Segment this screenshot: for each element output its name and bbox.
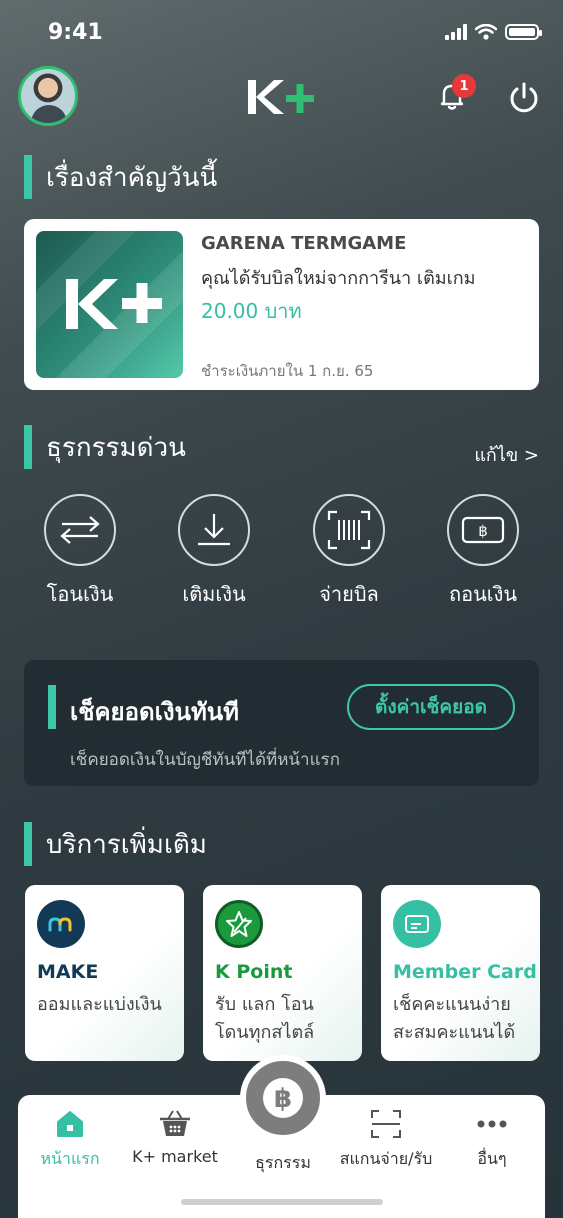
section-title: บริการเพิ่มเติม — [46, 829, 207, 860]
bottom-nav: หน้าแรก K+ market ฿ ธุรกรรม สแกนจ่าย/รับ… — [18, 1055, 545, 1218]
svg-text:฿: ฿ — [478, 522, 488, 540]
quick-actions-row: โอนเงิน เติมเงิน จ่ายบิล ฿ ถอนเงิน — [0, 494, 563, 614]
baht-icon: ฿ — [263, 1078, 303, 1118]
quick-action-label: จ่ายบิล — [319, 582, 379, 606]
svg-text:฿: ฿ — [274, 1084, 292, 1114]
member-card-icon — [393, 900, 441, 948]
notification-badge: 1 — [452, 74, 476, 98]
home-indicator — [181, 1199, 383, 1205]
section-title: ธุรกรรมด่วน — [46, 432, 186, 463]
quick-action-withdraw[interactable]: ฿ ถอนเงิน — [428, 494, 538, 610]
topup-icon — [178, 494, 250, 566]
status-time: 9:41 — [48, 20, 103, 45]
nav-label: หน้าแรก — [40, 1149, 100, 1168]
nav-label: K+ market — [132, 1147, 218, 1166]
basket-icon — [125, 1107, 225, 1141]
make-icon — [37, 900, 85, 948]
more-icon — [442, 1107, 542, 1141]
app-header: 1 — [0, 66, 563, 128]
setup-balance-check-button[interactable]: ตั้งค่าเช็คยอด — [347, 684, 515, 730]
status-icons — [445, 24, 542, 40]
service-card-kpoint[interactable]: K Point รับ แลก โอน โดนทุกสไตล์ — [203, 885, 362, 1061]
bill-description: คุณได้รับบิลใหม่จากการีนา เติมเกม — [201, 268, 476, 289]
service-description: เช็คคะแนนง่าย สะสมคะแนนได้ — [393, 994, 516, 1043]
nav-label: สแกนจ่าย/รับ — [339, 1149, 433, 1168]
balance-check-title: เช็คยอดเงินทันที — [70, 698, 239, 726]
nav-item-more[interactable]: อื่นๆ — [442, 1107, 542, 1172]
service-card-make[interactable]: MAKE ออมและแบ่งเงิน — [25, 885, 184, 1061]
nav-item-home[interactable]: หน้าแรก — [20, 1107, 120, 1172]
wifi-icon — [475, 24, 497, 40]
section-accent-bar — [24, 822, 32, 866]
nav-item-scan[interactable]: สแกนจ่าย/รับ — [336, 1107, 436, 1172]
kpoint-star-icon — [215, 900, 263, 948]
service-name: Member Card — [393, 961, 537, 983]
quick-transactions-heading: ธุรกรรมด่วน — [24, 425, 186, 469]
bill-thumbnail — [36, 231, 183, 378]
bill-notice-card[interactable]: GARENA TERMGAME คุณได้รับบิลใหม่จากการีน… — [24, 219, 539, 390]
battery-icon — [505, 24, 542, 40]
bill-due-date: ชำระเงินภายใน 1 ก.ย. 65 — [201, 362, 374, 380]
scan-icon — [336, 1107, 436, 1141]
section-accent-bar — [24, 155, 32, 199]
quick-action-topup[interactable]: เติมเงิน — [159, 494, 269, 610]
status-bar: 9:41 — [0, 0, 563, 66]
avatar[interactable] — [18, 66, 78, 126]
section-accent-bar — [24, 425, 32, 469]
bill-amount: 20.00 บาท — [201, 299, 302, 323]
bill-biller-name: GARENA TERMGAME — [201, 233, 407, 254]
signal-icon — [445, 24, 467, 40]
withdraw-icon: ฿ — [447, 494, 519, 566]
power-icon[interactable] — [506, 80, 542, 116]
balance-check-card: เช็คยอดเงินทันที ตั้งค่าเช็คยอด เช็คยอดเ… — [24, 660, 539, 786]
edit-quick-transactions-link[interactable]: แก้ไข > — [474, 440, 539, 469]
service-description: ออมและแบ่งเงิน — [37, 994, 162, 1015]
service-card-member[interactable]: Member Card เช็คคะแนนง่าย สะสมคะแนนได้ — [381, 885, 540, 1061]
service-description: รับ แลก โอน โดนทุกสไตล์ — [215, 994, 315, 1043]
nav-item-kplus-market[interactable]: K+ market — [125, 1107, 225, 1166]
section-title: เรื่องสำคัญวันนี้ — [46, 162, 218, 193]
transfer-icon — [44, 494, 116, 566]
section-accent-bar — [48, 685, 56, 729]
more-services-heading: บริการเพิ่มเติม — [24, 822, 207, 866]
quick-action-label: โอนเงิน — [46, 582, 114, 606]
nav-label: อื่นๆ — [477, 1149, 507, 1168]
quick-action-transfer[interactable]: โอนเงิน — [25, 494, 135, 610]
nav-item-transactions[interactable]: ธุรกรรม — [233, 1145, 333, 1176]
balance-check-description: เช็คยอดเงินในบัญชีทันทีได้ที่หน้าแรก — [70, 750, 340, 770]
service-name: MAKE — [37, 961, 99, 983]
nav-transactions-button[interactable]: ฿ — [240, 1055, 326, 1141]
important-today-heading: เรื่องสำคัญวันนี้ — [24, 155, 217, 199]
barcode-scan-icon — [313, 494, 385, 566]
service-name: K Point — [215, 961, 293, 983]
quick-action-label: เติมเงิน — [182, 582, 246, 606]
quick-action-label: ถอนเงิน — [448, 582, 518, 606]
home-icon — [20, 1107, 120, 1141]
nav-label: ธุรกรรม — [255, 1153, 311, 1172]
quick-action-paybill[interactable]: จ่ายบิล — [294, 494, 404, 610]
kplus-logo — [248, 80, 314, 114]
